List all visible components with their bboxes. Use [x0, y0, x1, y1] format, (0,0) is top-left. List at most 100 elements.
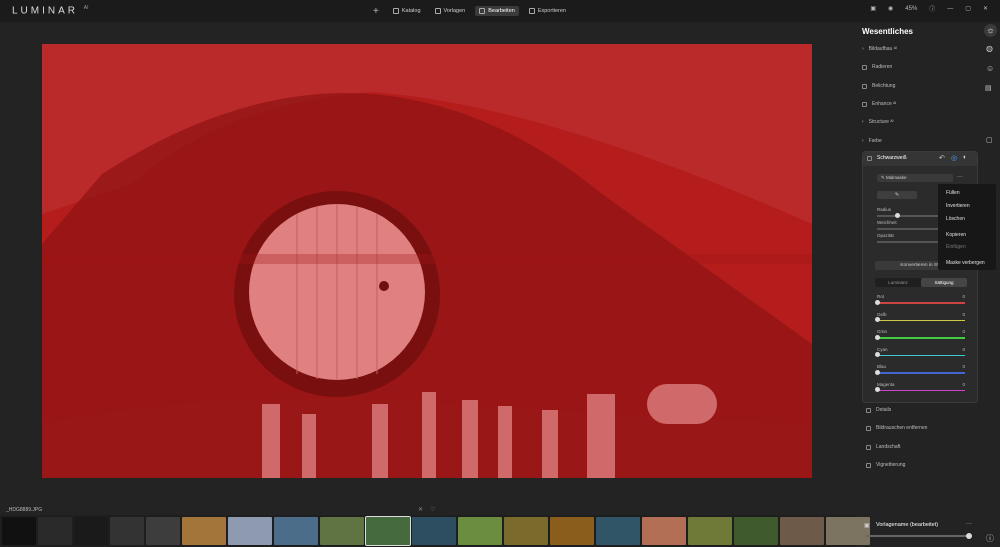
- tab-luminanz[interactable]: Luminanz: [875, 278, 921, 287]
- filmstrip-thumbnail[interactable]: [688, 517, 732, 545]
- filmstrip-thumbnail[interactable]: [320, 517, 364, 545]
- filmstrip-thumbnail[interactable]: [504, 517, 548, 545]
- menu-kopieren[interactable]: Kopieren: [946, 232, 966, 238]
- menu-invertieren[interactable]: Invertieren: [946, 203, 970, 209]
- slider-knob[interactable]: [875, 334, 880, 340]
- slider-knob[interactable]: [895, 212, 900, 218]
- tool-farbe[interactable]: › Farbe: [862, 138, 882, 144]
- filmstrip-thumbnail[interactable]: [365, 516, 411, 546]
- export-icon: [528, 8, 535, 14]
- image-canvas[interactable]: [42, 44, 812, 478]
- tool-radieren[interactable]: Radieren: [862, 64, 892, 70]
- filmstrip-thumbnail[interactable]: [780, 517, 824, 545]
- slider-knob[interactable]: [875, 387, 880, 392]
- brush-button[interactable]: ✎: [877, 191, 917, 199]
- tab-vorlagen[interactable]: Vorlagen: [431, 6, 470, 16]
- slider-knob[interactable]: [875, 299, 880, 305]
- filmstrip-thumbnail[interactable]: [38, 517, 72, 545]
- visibility-toggle-icon[interactable]: ◐: [963, 154, 967, 161]
- menu-fuellen[interactable]: Füllen: [946, 190, 960, 196]
- slider-gelb[interactable]: Gelb 0: [875, 312, 965, 322]
- tool-details[interactable]: Details: [866, 407, 891, 413]
- presets-icon: [434, 8, 441, 14]
- preset-amount-knob[interactable]: [966, 532, 972, 539]
- tool-belichtung[interactable]: Belichtung: [862, 83, 895, 89]
- slider-rot[interactable]: Rot 0: [875, 294, 965, 305]
- filmstrip-thumbnail[interactable]: [74, 517, 108, 545]
- favorite-icon[interactable]: ♡: [430, 506, 435, 513]
- close-icon[interactable]: ✕: [983, 5, 988, 12]
- bw-tool-title[interactable]: Schwarzweiß: [867, 155, 907, 161]
- menu-maske-verbergen[interactable]: Maske verbergen: [946, 260, 985, 266]
- filmstrip-thumbnail[interactable]: [550, 517, 594, 545]
- slider-magenta[interactable]: Magenta 0: [875, 382, 965, 392]
- slider-blau[interactable]: Blau 0: [875, 364, 965, 375]
- filmstrip: [0, 515, 870, 547]
- tool-bildaufbau[interactable]: › Bildaufbau ᴬᴵ: [862, 46, 897, 52]
- menu-loeschen[interactable]: Löschen: [946, 216, 965, 222]
- slider-cyan[interactable]: Cyan 0: [875, 347, 965, 357]
- tool-bildrauschen[interactable]: Bildrauschen entfernen: [866, 425, 927, 431]
- mask-select[interactable]: ✎ Malmaske: [877, 174, 953, 182]
- tool-landschaft[interactable]: Landschaft: [866, 444, 900, 450]
- slider-knob[interactable]: [875, 352, 880, 357]
- zoom-level[interactable]: 45%: [905, 6, 917, 12]
- details-icon: [866, 407, 871, 413]
- mask-icon[interactable]: ◎: [951, 154, 957, 162]
- preset-icon: ▣: [864, 523, 870, 529]
- filmstrip-thumbnail[interactable]: [596, 517, 640, 545]
- denoise-icon: [866, 425, 871, 431]
- menu-einfuegen[interactable]: Einfügen: [946, 244, 966, 250]
- filmstrip-thumbnail[interactable]: [734, 517, 778, 545]
- info-icon[interactable]: ⓘ: [929, 4, 935, 13]
- chevron-right-icon: ›: [862, 138, 864, 144]
- panel-title: Wesentliches: [862, 27, 913, 36]
- vignette-icon: [866, 462, 871, 468]
- tab-group: Luminanz Sättigung: [875, 278, 967, 287]
- context-menu: Füllen Invertieren Löschen Kopieren Einf…: [938, 184, 996, 270]
- filmstrip-thumbnail[interactable]: [228, 517, 272, 545]
- maximize-icon[interactable]: ▢: [965, 5, 971, 12]
- tab-bearbeiten[interactable]: Bearbeiten: [475, 6, 519, 16]
- pro-icon[interactable]: ▤: [985, 84, 992, 92]
- eraser-icon: [862, 64, 867, 70]
- exposure-icon: [862, 83, 867, 89]
- eye-icon[interactable]: ◉: [888, 5, 893, 12]
- slider-knob[interactable]: [875, 369, 880, 375]
- preset-name: Vorlagename (bearbeitet): [876, 522, 939, 528]
- palette-icon[interactable]: ◍: [986, 44, 993, 53]
- tool-enhance[interactable]: Enhance ᴬᴵ: [862, 101, 896, 107]
- tab-katalog[interactable]: Katalog: [389, 6, 425, 16]
- slider-grün[interactable]: Grün 0: [875, 329, 965, 340]
- filmstrip-thumbnail[interactable]: [182, 517, 226, 545]
- undo-icon[interactable]: ↶: [939, 154, 945, 162]
- more-icon[interactable]: ···: [957, 174, 963, 180]
- minimize-icon[interactable]: —: [947, 6, 953, 12]
- bw-icon: [867, 155, 872, 161]
- face-icon[interactable]: ☺: [986, 64, 994, 73]
- tab-saettigung[interactable]: Sättigung: [921, 278, 967, 287]
- app-logo: LUMINAR AI: [12, 5, 89, 17]
- layers-icon[interactable]: ▢: [986, 136, 993, 144]
- filmstrip-thumbnail[interactable]: [146, 517, 180, 545]
- tab-exportieren[interactable]: Exportieren: [525, 6, 570, 16]
- top-bar: LUMINAR AI + Katalog Vorlagen Bearbeiten…: [0, 0, 1000, 22]
- filmstrip-thumbnail[interactable]: [2, 517, 36, 545]
- tool-vignettierung[interactable]: Vignettierung: [866, 462, 905, 468]
- help-icon[interactable]: ⓘ: [986, 533, 994, 544]
- chevron-right-icon: ›: [862, 119, 864, 125]
- sun-icon[interactable]: ☼: [984, 24, 997, 37]
- landscape-icon: [866, 444, 871, 450]
- preset-amount-track[interactable]: [866, 535, 970, 537]
- add-button[interactable]: +: [373, 6, 379, 17]
- reject-icon[interactable]: ✕: [418, 506, 423, 513]
- slider-knob[interactable]: [875, 317, 880, 322]
- tool-structure[interactable]: › Structure ᴬᴵ: [862, 119, 893, 125]
- filmstrip-thumbnail[interactable]: [412, 517, 456, 545]
- compare-icon[interactable]: ▣: [870, 5, 876, 12]
- filmstrip-thumbnail[interactable]: [110, 517, 144, 545]
- filmstrip-thumbnail[interactable]: [642, 517, 686, 545]
- filmstrip-thumbnail[interactable]: [458, 517, 502, 545]
- preset-more[interactable]: ···: [966, 521, 972, 527]
- filmstrip-thumbnail[interactable]: [274, 517, 318, 545]
